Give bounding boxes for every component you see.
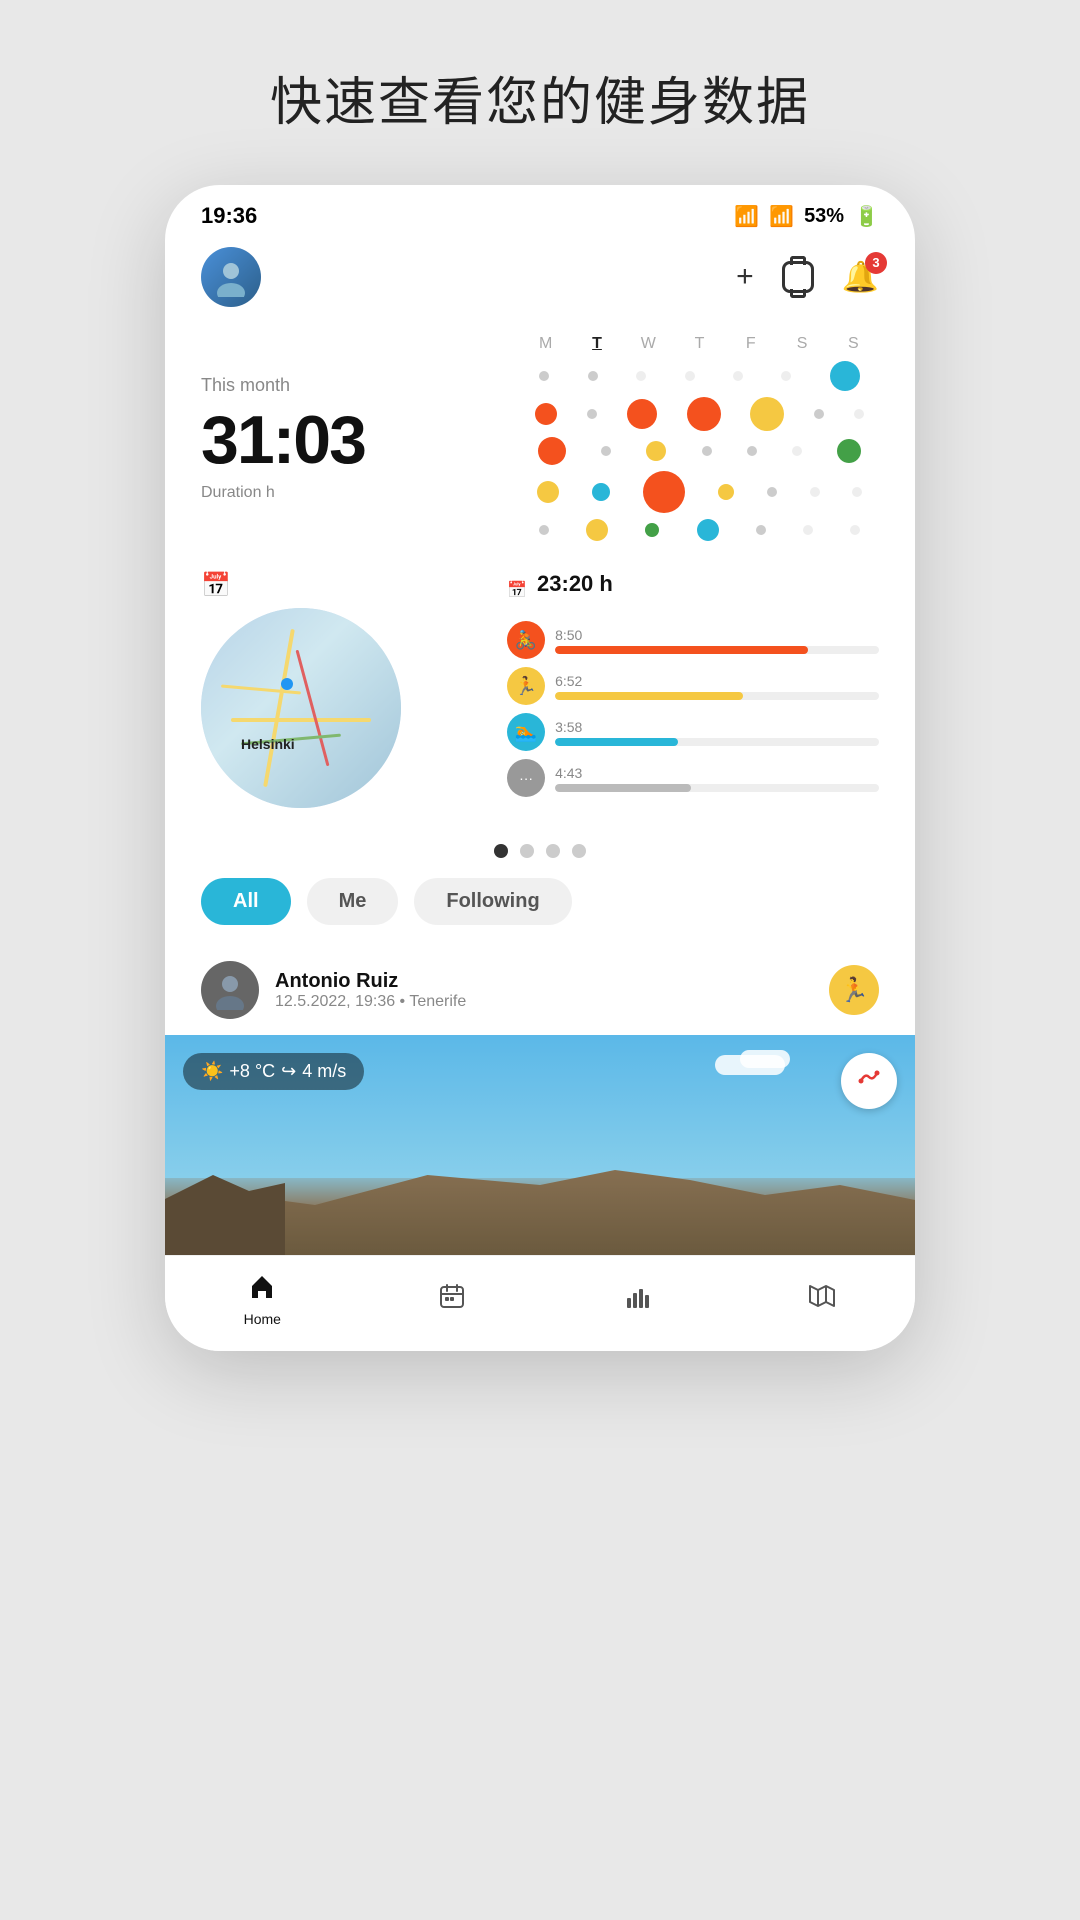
activity-row-swimming: 🏊 3:58 <box>507 713 879 751</box>
cycling-time: 8:50 <box>555 627 879 643</box>
swimming-icon: 🏊 <box>507 713 545 751</box>
map-city-label: Helsinki <box>241 736 295 752</box>
notification-badge: 3 <box>865 252 887 274</box>
feed-sport-icon[interactable]: 🏃 <box>829 965 879 1015</box>
dots-row-4 <box>520 471 879 513</box>
tab-all[interactable]: All <box>201 878 291 925</box>
map-icon <box>808 1282 836 1317</box>
week-label-t2: T <box>685 335 715 353</box>
dots-row-2 <box>520 397 879 431</box>
route-button[interactable] <box>841 1053 897 1109</box>
header-actions: + 🔔 3 <box>736 260 879 295</box>
activity-row-other: ··· 4:43 <box>507 759 879 797</box>
stats-icon <box>623 1282 651 1317</box>
wifi-icon: 📶 <box>734 204 759 229</box>
carousel-dot-3[interactable] <box>546 844 560 858</box>
this-month-label: This month <box>201 375 500 396</box>
feed-user-name: Antonio Ruiz <box>275 970 813 993</box>
dots-row-3 <box>520 437 879 465</box>
left-panel: This month 31:03 Duration h <box>201 335 500 541</box>
other-time: 4:43 <box>555 765 879 781</box>
activity-panel: 📅 23:20 h 🚴 8:50 🏃 6:52 <box>507 571 879 808</box>
cycling-icon: 🚴 <box>507 621 545 659</box>
running-icon: 🏃 <box>507 667 545 705</box>
dots-row-1 <box>520 361 879 391</box>
add-button[interactable]: + <box>736 260 754 294</box>
main-section: This month 31:03 Duration h M T W T F S … <box>165 325 915 561</box>
week-label-s: S <box>787 335 817 353</box>
cycling-info: 8:50 <box>555 627 879 654</box>
nav-home-label: Home <box>244 1311 281 1327</box>
status-bar: 19:36 📶 📶 53% 🔋 <box>165 185 915 239</box>
swimming-time: 3:58 <box>555 719 879 735</box>
page-title: 快速查看您的健身数据 <box>270 60 810 135</box>
tab-me[interactable]: Me <box>307 878 399 925</box>
running-info: 6:52 <box>555 673 879 700</box>
nav-stats[interactable] <box>623 1282 651 1317</box>
calendar-icon <box>438 1282 466 1317</box>
stats-section: 📅 Helsinki 📅 23:20 h <box>165 561 915 828</box>
weather-temp: +8 °C <box>229 1061 275 1082</box>
map-panel: 📅 Helsinki <box>201 571 487 808</box>
duration-label: Duration h <box>201 484 500 502</box>
activity-row-running: 🏃 6:52 <box>507 667 879 705</box>
weather-wind: 4 m/s <box>302 1061 346 1082</box>
avatar[interactable] <box>201 247 261 307</box>
week-label-s2: S <box>838 335 868 353</box>
wind-icon: ↪ <box>281 1061 296 1082</box>
feed-user-meta: 12.5.2022, 19:36 • Tenerife <box>275 993 813 1011</box>
carousel-dots <box>165 828 915 878</box>
watch-icon[interactable] <box>782 261 814 293</box>
bottom-nav: Home <box>165 1255 915 1351</box>
nav-home[interactable]: Home <box>244 1272 281 1327</box>
map-location-dot <box>281 678 293 690</box>
activity-total: 23:20 h <box>537 571 613 597</box>
running-time: 6:52 <box>555 673 879 689</box>
weather-badge: ☀️ +8 °C ↪ 4 m/s <box>183 1053 364 1090</box>
tab-following[interactable]: Following <box>414 878 571 925</box>
map-calendar-icon: 📅 <box>201 571 231 600</box>
week-label-t: T <box>582 335 612 353</box>
sun-icon: ☀️ <box>201 1061 223 1082</box>
status-time: 19:36 <box>201 203 257 229</box>
photo-card: ☀️ +8 °C ↪ 4 m/s <box>165 1035 915 1255</box>
big-time: 31:03 <box>201 406 500 474</box>
notification-button[interactable]: 🔔 3 <box>842 260 879 295</box>
feed-avatar[interactable] <box>201 961 259 1019</box>
map-circle[interactable]: Helsinki <box>201 608 401 808</box>
nav-map[interactable] <box>808 1282 836 1317</box>
home-icon <box>248 1272 276 1307</box>
carousel-dot-2[interactable] <box>520 844 534 858</box>
status-right: 📶 📶 53% 🔋 <box>734 204 879 229</box>
phone-frame: 19:36 📶 📶 53% 🔋 + 🔔 3 This month <box>165 185 915 1351</box>
carousel-dot-1[interactable] <box>494 844 508 858</box>
calendar-dots-panel: M T W T F S S <box>520 335 879 541</box>
other-icon: ··· <box>507 759 545 797</box>
other-info: 4:43 <box>555 765 879 792</box>
week-label-w: W <box>633 335 663 353</box>
carousel-dot-4[interactable] <box>572 844 586 858</box>
battery-text: 53% <box>804 205 844 228</box>
week-label-f: F <box>736 335 766 353</box>
feed-item: Antonio Ruiz 12.5.2022, 19:36 • Tenerife… <box>165 945 915 1035</box>
app-header: + 🔔 3 <box>165 239 915 325</box>
filter-tabs: All Me Following <box>165 878 915 945</box>
week-labels: M T W T F S S <box>520 335 879 353</box>
battery-icon: 🔋 <box>854 204 879 229</box>
nav-calendar[interactable] <box>438 1282 466 1317</box>
dots-row-5 <box>520 519 879 541</box>
week-label-m: M <box>531 335 561 353</box>
dots-grid <box>520 361 879 541</box>
signal-icon: 📶 <box>769 204 794 229</box>
activity-row-cycling: 🚴 8:50 <box>507 621 879 659</box>
feed-info: Antonio Ruiz 12.5.2022, 19:36 • Tenerife <box>275 970 813 1011</box>
activity-calendar-icon: 📅 <box>507 580 527 600</box>
swimming-info: 3:58 <box>555 719 879 746</box>
